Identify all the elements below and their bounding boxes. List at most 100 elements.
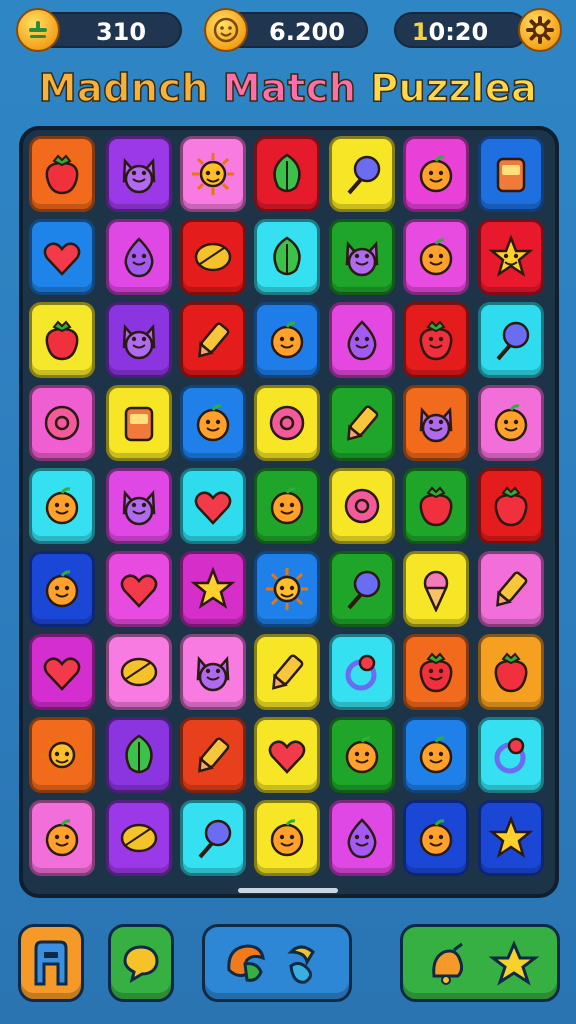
candy-icon bbox=[120, 657, 158, 687]
board-tile[interactable] bbox=[106, 468, 172, 544]
board-tile[interactable] bbox=[254, 634, 320, 710]
timer-value: 0:20 bbox=[428, 18, 489, 46]
orange-face-icon bbox=[270, 321, 304, 359]
board-tile[interactable] bbox=[478, 302, 544, 378]
star-icon bbox=[190, 566, 236, 609]
board-tile[interactable] bbox=[478, 551, 544, 627]
lemon-face-icon bbox=[419, 238, 453, 276]
board-tile[interactable] bbox=[478, 385, 544, 461]
board-tile[interactable] bbox=[403, 717, 469, 793]
board-tile[interactable] bbox=[29, 468, 95, 544]
pig-face-icon bbox=[122, 323, 156, 360]
candy-icon bbox=[120, 823, 158, 853]
board-tile[interactable] bbox=[329, 800, 395, 876]
board-tile[interactable] bbox=[106, 800, 172, 876]
hud-bar: 310 6.200 10:20 bbox=[0, 8, 576, 52]
board-tile[interactable] bbox=[180, 551, 246, 627]
board-tile[interactable] bbox=[254, 800, 320, 876]
striped-ball-icon bbox=[344, 488, 380, 524]
board-tile[interactable] bbox=[254, 219, 320, 295]
cat-creature-icon bbox=[122, 157, 156, 194]
board-tile[interactable] bbox=[180, 219, 246, 295]
board-tile[interactable] bbox=[29, 302, 95, 378]
board-tile[interactable] bbox=[29, 219, 95, 295]
board-tile[interactable] bbox=[106, 219, 172, 295]
board-tile[interactable] bbox=[180, 634, 246, 710]
board-tile[interactable] bbox=[329, 219, 395, 295]
board-tile[interactable] bbox=[403, 385, 469, 461]
board-tile[interactable] bbox=[180, 302, 246, 378]
lollipop-icon bbox=[198, 819, 232, 859]
title-word-3: Puzzlea bbox=[369, 65, 538, 111]
tomato-face-icon bbox=[419, 652, 453, 693]
crayon-icon bbox=[198, 737, 230, 773]
board-tile[interactable] bbox=[254, 468, 320, 544]
board-tile[interactable] bbox=[478, 634, 544, 710]
board-tile[interactable] bbox=[180, 385, 246, 461]
exit-button[interactable] bbox=[18, 924, 84, 1002]
board-tile[interactable] bbox=[403, 551, 469, 627]
robot-face-icon bbox=[124, 406, 154, 442]
board-handle bbox=[238, 888, 338, 893]
board-tile[interactable] bbox=[329, 634, 395, 710]
board-tile[interactable] bbox=[106, 302, 172, 378]
orange-face-icon bbox=[45, 819, 79, 857]
title-word-1: Madnch bbox=[38, 65, 210, 111]
board-tile[interactable] bbox=[106, 385, 172, 461]
planet-icon bbox=[269, 405, 305, 441]
board-tile[interactable] bbox=[478, 800, 544, 876]
board-tile[interactable] bbox=[329, 385, 395, 461]
swap-button[interactable] bbox=[202, 924, 352, 1002]
heart-icon bbox=[120, 574, 158, 608]
board-tile[interactable] bbox=[180, 468, 246, 544]
board-tile[interactable] bbox=[180, 136, 246, 212]
board-tile[interactable] bbox=[478, 219, 544, 295]
board-tile[interactable] bbox=[403, 800, 469, 876]
board-tile[interactable] bbox=[329, 136, 395, 212]
board-tile[interactable] bbox=[29, 800, 95, 876]
board-tile[interactable] bbox=[403, 219, 469, 295]
board-tile[interactable] bbox=[329, 717, 395, 793]
timer-pill: 10:20 bbox=[394, 12, 528, 48]
lemon-face-icon bbox=[494, 404, 528, 442]
board-tile[interactable] bbox=[29, 551, 95, 627]
bunny-face-icon bbox=[345, 240, 379, 277]
board-tile[interactable] bbox=[254, 385, 320, 461]
board-tile[interactable] bbox=[403, 302, 469, 378]
board-tile[interactable] bbox=[106, 634, 172, 710]
board-tile[interactable] bbox=[29, 634, 95, 710]
chat-button[interactable] bbox=[108, 924, 174, 1002]
board-tile[interactable] bbox=[329, 302, 395, 378]
cat-face-icon bbox=[122, 489, 156, 526]
board-tile[interactable] bbox=[254, 302, 320, 378]
board-tile[interactable] bbox=[254, 717, 320, 793]
star-icon bbox=[488, 815, 534, 858]
menu-icon[interactable] bbox=[16, 8, 60, 52]
board-tile[interactable] bbox=[478, 717, 544, 793]
board-tile[interactable] bbox=[403, 136, 469, 212]
board-tile[interactable] bbox=[478, 468, 544, 544]
rewards-button[interactable] bbox=[400, 924, 560, 1002]
board-tile[interactable] bbox=[29, 136, 95, 212]
board-tile[interactable] bbox=[254, 136, 320, 212]
board-tile[interactable] bbox=[180, 717, 246, 793]
board-tile[interactable] bbox=[329, 551, 395, 627]
settings-gear-icon[interactable] bbox=[518, 8, 562, 52]
berry-icon bbox=[419, 486, 453, 527]
board-tile[interactable] bbox=[403, 634, 469, 710]
board-tile[interactable] bbox=[180, 800, 246, 876]
board-tile[interactable] bbox=[254, 551, 320, 627]
board-tile[interactable] bbox=[29, 385, 95, 461]
board-tile[interactable] bbox=[329, 468, 395, 544]
board-tile[interactable] bbox=[106, 136, 172, 212]
board-tile[interactable] bbox=[478, 136, 544, 212]
monster-face-icon bbox=[419, 406, 453, 443]
strawberry-icon bbox=[494, 486, 528, 527]
board-tile[interactable] bbox=[106, 551, 172, 627]
orange-face-icon bbox=[270, 819, 304, 857]
board-tile[interactable] bbox=[403, 468, 469, 544]
board-tile[interactable] bbox=[106, 717, 172, 793]
crayon-icon bbox=[198, 322, 230, 358]
board-tile[interactable] bbox=[29, 717, 95, 793]
heart-lollipop-icon bbox=[194, 491, 232, 525]
